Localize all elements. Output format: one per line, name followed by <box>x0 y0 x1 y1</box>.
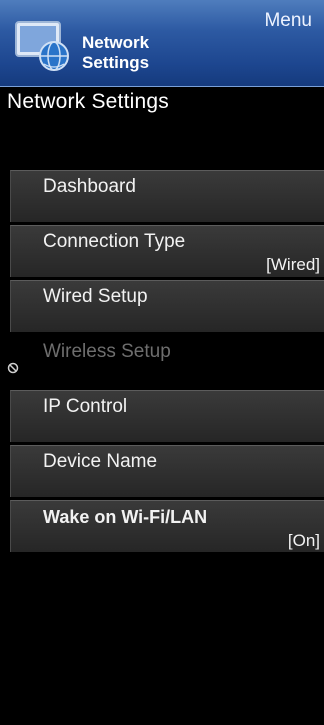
menu-item-label: Wake on Wi-Fi/LAN <box>43 507 208 527</box>
menu-item-wake-on-wifi-lan[interactable]: Wake on Wi-Fi/LAN [On] <box>10 500 324 552</box>
menu-item-value: [On] <box>287 531 320 550</box>
menu-item-dashboard[interactable]: Dashboard <box>10 170 324 222</box>
menu-item-device-name[interactable]: Device Name <box>10 445 324 497</box>
menu-item-label: IP Control <box>43 396 128 417</box>
menu-header: Menu Network Settings <box>0 0 324 87</box>
menu-item-wired-setup[interactable]: Wired Setup <box>10 280 324 332</box>
page-title: Network Settings <box>7 90 169 113</box>
menu-item-ip-control[interactable]: IP Control <box>10 390 324 442</box>
menu-item-wireless-setup: Wireless Setup <box>7 335 324 387</box>
menu-item-label: Wired Setup <box>43 286 148 307</box>
menu-item-label: Device Name <box>43 451 158 472</box>
network-settings-icon <box>15 21 69 71</box>
menu-item-value: [Wired] <box>266 255 320 274</box>
settings-list: Dashboard Connection Type [Wired] Wired … <box>7 170 324 555</box>
header-title: Network Settings <box>82 33 150 72</box>
menu-item-connection-type[interactable]: Connection Type [Wired] <box>10 225 324 277</box>
menu-item-label: Connection Type <box>43 231 186 252</box>
menu-label: Menu <box>264 10 312 31</box>
menu-item-label: Wireless Setup <box>43 341 171 362</box>
disabled-icon <box>7 362 19 374</box>
menu-item-label: Dashboard <box>43 176 136 197</box>
